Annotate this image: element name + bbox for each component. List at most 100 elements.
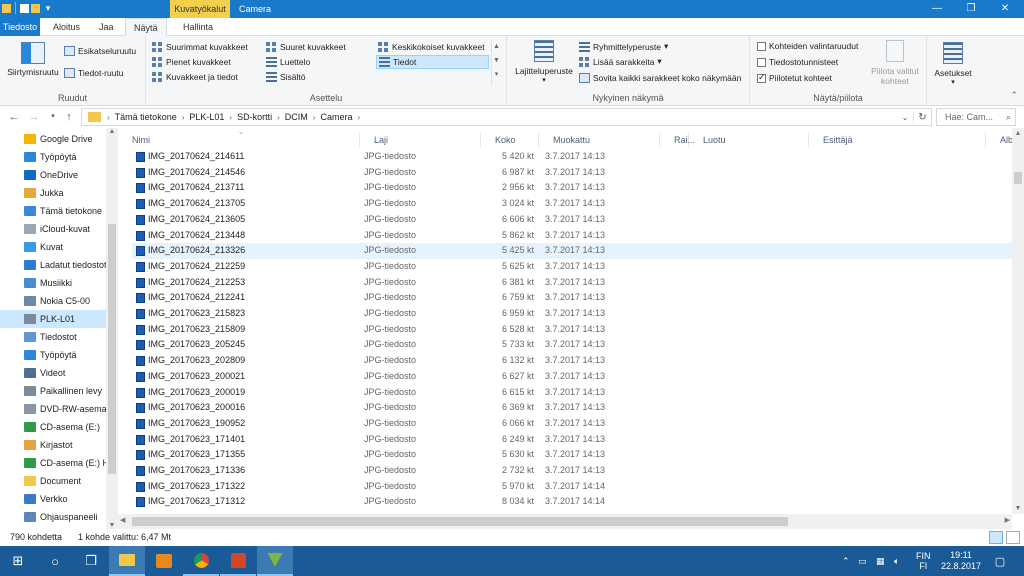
table-row[interactable]: IMG_20170624_212259 JPG-tiedosto 5 625 kt 3… — [132, 259, 1012, 275]
group-by-button[interactable]: Ryhmittelyperuste ▾ — [579, 41, 668, 52]
breadcrumb-separator-icon[interactable]: › — [355, 113, 362, 122]
nav-item[interactable]: OneDrive — [0, 166, 106, 184]
scroll-up-icon[interactable]: ▲ — [106, 128, 118, 135]
recent-locations-button[interactable]: ▾ — [45, 109, 61, 125]
nav-item[interactable]: Videot — [0, 364, 106, 382]
close-button[interactable]: ✕ — [988, 0, 1022, 18]
nav-item[interactable]: Verkko — [0, 490, 106, 508]
column-modified[interactable]: Muokattu — [539, 133, 660, 147]
battery-icon[interactable]: ▭ — [858, 546, 867, 576]
fit-columns-button[interactable]: Sovita kaikki sarakkeet koko näkymään — [579, 73, 741, 83]
search-input[interactable]: Hae: Cam... — [945, 109, 993, 125]
app-icon[interactable] — [257, 546, 293, 576]
language-indicator[interactable]: FIN FI — [916, 546, 931, 576]
tab-view[interactable]: Näytä — [125, 18, 167, 37]
table-row[interactable]: IMG_20170624_214611 JPG-tiedosto 5 420 kt 3… — [132, 149, 1012, 165]
nav-item[interactable]: Ladatut tiedostot — [0, 256, 106, 274]
table-row[interactable]: IMG_20170623_190952 JPG-tiedosto 6 066 kt 3… — [132, 416, 1012, 432]
nav-item[interactable]: Työpöytä — [0, 346, 106, 364]
options-button[interactable]: Asetukset ▾ — [929, 42, 977, 86]
new-folder-icon[interactable] — [31, 3, 40, 13]
file-extensions-checkbox[interactable] — [757, 57, 766, 67]
volume-icon[interactable]: 🔈︎ — [894, 546, 899, 576]
file-list-vertical-scrollbar[interactable]: ▲ ▼ — [1012, 128, 1024, 514]
details-pane-button[interactable]: Tiedot-ruutu — [64, 68, 124, 78]
table-row[interactable]: IMG_20170623_205245 JPG-tiedosto 5 733 kt 3… — [132, 337, 1012, 353]
tab-file[interactable]: Tiedosto — [0, 18, 40, 36]
table-row[interactable]: IMG_20170623_171322 JPG-tiedosto 5 970 kt 3… — [132, 479, 1012, 495]
table-row[interactable]: IMG_20170623_200021 JPG-tiedosto 6 627 kt 3… — [132, 369, 1012, 385]
scroll-down-icon[interactable]: ▼ — [106, 522, 118, 529]
action-center-icon[interactable]: ▢ — [990, 546, 1010, 576]
layout-option-small[interactable]: Pienet kuvakkeet — [152, 57, 231, 67]
tab-home[interactable]: Aloitus — [45, 18, 88, 36]
nav-item[interactable]: Ohjauspaneeli — [0, 508, 106, 526]
media-player-icon[interactable] — [146, 546, 182, 576]
nav-item[interactable]: DVD-RW-asema — [0, 400, 106, 418]
nav-item[interactable]: iCloud-kuvat — [0, 220, 106, 238]
layout-option-list[interactable]: Luettelo — [266, 57, 310, 67]
hidden-items-checkbox[interactable] — [757, 72, 766, 83]
start-icon[interactable]: ⊞ — [0, 546, 36, 576]
nav-item[interactable]: Kirjastot — [0, 436, 106, 454]
column-created[interactable]: Luotu — [689, 133, 809, 147]
nav-item[interactable]: Musiikki — [0, 274, 106, 292]
nav-item[interactable]: PLK-L01 — [0, 310, 106, 328]
item-checkboxes-toggle[interactable]: Kohteiden valintaruudut — [757, 41, 858, 51]
table-row[interactable]: IMG_20170623_171312 JPG-tiedosto 8 034 kt 3… — [132, 494, 1012, 510]
table-row[interactable]: IMG_20170623_200016 JPG-tiedosto 6 369 kt 3… — [132, 400, 1012, 416]
table-row[interactable]: IMG_20170624_212253 JPG-tiedosto 6 381 kt 3… — [132, 275, 1012, 291]
scroll-thumb[interactable] — [108, 224, 116, 474]
task-view-icon[interactable]: ❐ — [73, 546, 109, 576]
chrome-icon[interactable] — [183, 546, 219, 576]
scroll-up-icon[interactable]: ▲ — [1012, 130, 1024, 137]
up-button[interactable]: ↑ — [61, 109, 77, 125]
breadcrumb-separator-icon[interactable]: › — [227, 113, 234, 122]
table-row[interactable]: IMG_20170624_213711 JPG-tiedosto 2 956 kt 3… — [132, 180, 1012, 196]
breadcrumb-sd-card[interactable]: SD-kortti — [234, 112, 275, 122]
nav-item[interactable]: CD-asema (E:) H — [0, 454, 106, 472]
hide-selected-button[interactable]: Piilota valitut kohteet — [866, 40, 924, 86]
qat-dropdown-icon[interactable]: ▾ — [42, 2, 54, 14]
large-icons-view-icon[interactable] — [1006, 531, 1020, 544]
breadcrumb-separator-icon[interactable]: › — [105, 113, 112, 122]
tab-manage[interactable]: Hallinta — [175, 18, 221, 36]
navigation-pane-button[interactable]: Siirtymisruutu — [6, 42, 60, 77]
hidden-items-toggle[interactable]: Piilotetut kohteet — [757, 72, 832, 83]
table-row[interactable]: IMG_20170624_213326 JPG-tiedosto 5 425 kt 3… — [132, 243, 1012, 259]
breadcrumb-this-pc[interactable]: Tämä tietokone — [112, 112, 180, 122]
scroll-thumb[interactable] — [1014, 172, 1022, 184]
table-row[interactable]: IMG_20170623_215823 JPG-tiedosto 6 959 kt 3… — [132, 306, 1012, 322]
breadcrumb-camera[interactable]: Camera — [317, 112, 355, 122]
search-box[interactable]: Hae: Cam... ⌕ — [936, 108, 1016, 126]
layout-option-large[interactable]: Suuret kuvakkeet — [266, 42, 346, 52]
scroll-thumb[interactable] — [132, 517, 788, 526]
network-icon[interactable]: ▦ — [876, 546, 885, 576]
address-history-dropdown-icon[interactable]: ⌄ — [897, 113, 913, 122]
back-button[interactable]: ← — [6, 109, 22, 125]
file-explorer-icon[interactable] — [109, 546, 145, 576]
column-artist[interactable]: Esittäjä — [809, 133, 986, 147]
layout-option-content[interactable]: Sisältö — [266, 72, 306, 82]
search-icon[interactable]: ○ — [37, 546, 73, 576]
table-row[interactable]: IMG_20170623_202809 JPG-tiedosto 6 132 kt 3… — [132, 353, 1012, 369]
file-extensions-toggle[interactable]: Tiedostotunnisteet — [757, 57, 838, 67]
breadcrumb-separator-icon[interactable]: › — [275, 113, 282, 122]
table-row[interactable]: IMG_20170623_171401 JPG-tiedosto 6 249 kt 3… — [132, 432, 1012, 448]
table-row[interactable]: IMG_20170623_200019 JPG-tiedosto 6 615 kt 3… — [132, 385, 1012, 401]
forward-button[interactable]: → — [26, 109, 42, 125]
collapse-ribbon-icon[interactable]: ⌃ — [1010, 90, 1018, 101]
nav-item[interactable]: CD-asema (E:) — [0, 418, 106, 436]
preview-pane-button[interactable]: Esikatseluruutu — [64, 46, 136, 56]
column-album[interactable]: Albu — [986, 133, 1012, 147]
layout-option-medium[interactable]: Keskikokoiset kuvakkeet — [378, 42, 485, 52]
tab-share[interactable]: Jaa — [91, 18, 122, 36]
column-rating[interactable]: Rai... — [660, 133, 695, 147]
file-list-horizontal-scrollbar[interactable]: ◀ ▶ — [118, 514, 1012, 529]
nav-item[interactable]: Tiedostot — [0, 328, 106, 346]
scroll-right-icon[interactable]: ▶ — [1005, 516, 1010, 524]
layout-option-extra-large[interactable]: Suurimmat kuvakkeet — [152, 42, 248, 52]
table-row[interactable]: IMG_20170624_214546 JPG-tiedosto 6 987 kt 3… — [132, 165, 1012, 181]
layout-option-details[interactable]: Tiedot — [376, 55, 489, 69]
nav-item[interactable]: Paikallinen levy — [0, 382, 106, 400]
